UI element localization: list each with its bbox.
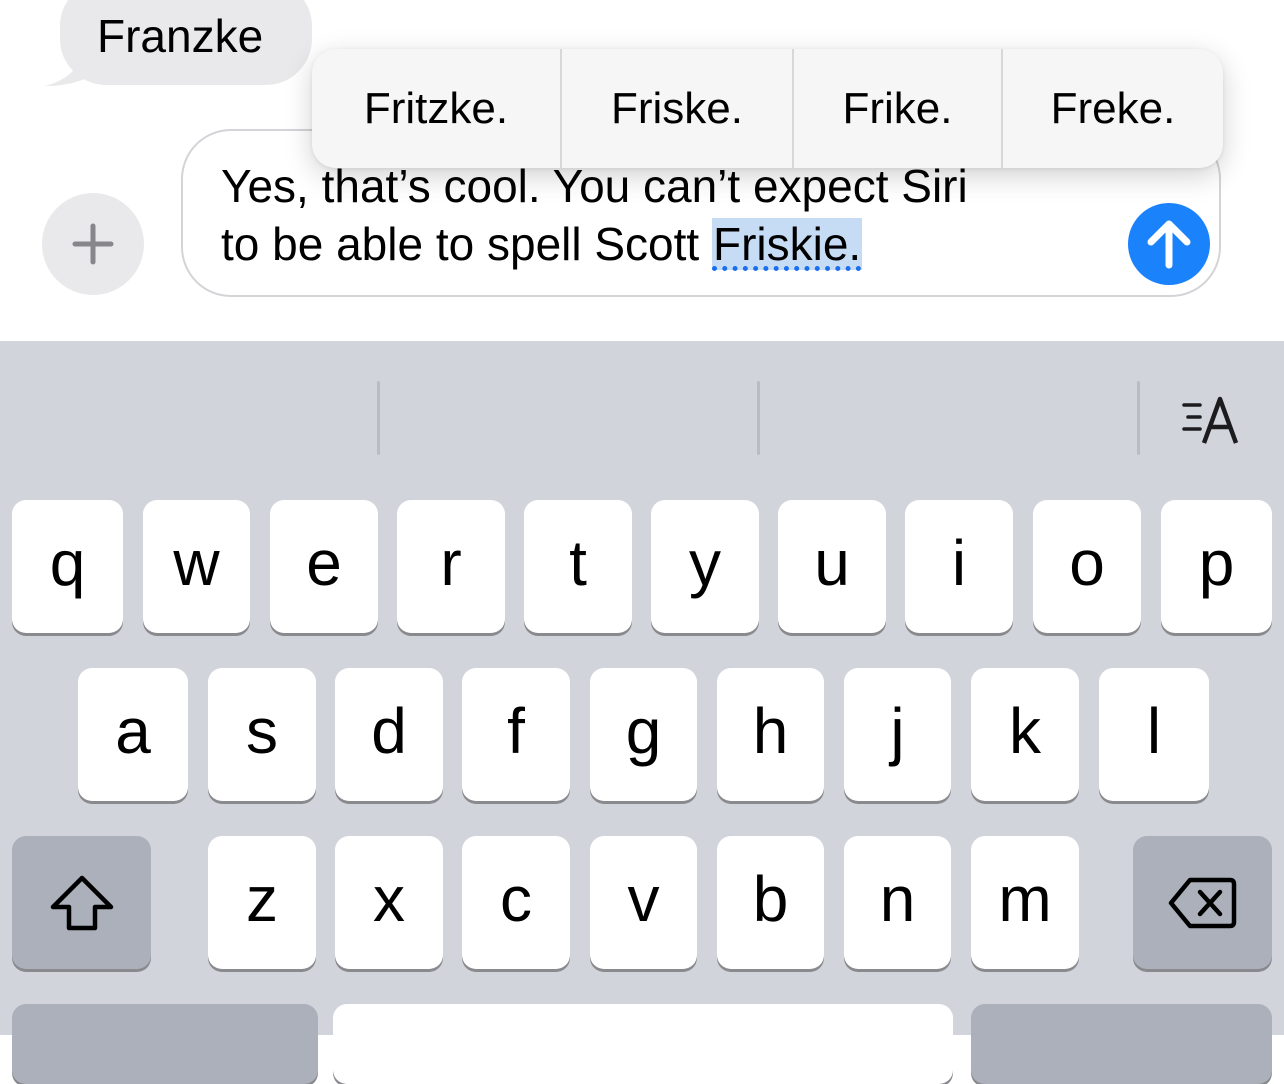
key-x[interactable]: x [335,836,443,969]
add-attachment-button[interactable] [42,193,144,295]
key-label: r [440,526,462,599]
key-n[interactable]: n [844,836,951,969]
key-v[interactable]: v [590,836,697,969]
key-m[interactable]: m [971,836,1079,969]
key-label: v [627,862,660,935]
space-key[interactable] [333,1004,953,1084]
key-label: p [1198,526,1235,599]
key-r[interactable]: r [397,500,505,633]
key-label: t [569,526,587,599]
key-p[interactable]: p [1161,500,1272,633]
key-d[interactable]: d [335,668,443,801]
key-label: k [1009,694,1041,767]
key-l[interactable]: l [1099,668,1209,801]
keyboard: q w e r t y u i o p a s d f g h j k l z … [0,341,1284,1084]
key-label: n [879,862,916,935]
shift-key[interactable] [12,836,151,969]
suggestion-item[interactable]: Frike. [792,49,1001,168]
key-q[interactable]: q [12,500,123,633]
return-key[interactable] [971,1004,1272,1084]
key-label: a [115,694,151,767]
message-input-text[interactable]: Yes, that’s cool. You can’t expect Siri … [221,157,1101,273]
key-a[interactable]: a [78,668,188,801]
send-button[interactable] [1128,203,1210,285]
suggestion-item[interactable]: Fritzke. [312,49,560,168]
key-b[interactable]: b [717,836,824,969]
key-e[interactable]: e [270,500,378,633]
key-k[interactable]: k [971,668,1079,801]
incoming-message-text: Franzke [97,10,264,62]
predictive-divider [1137,381,1140,455]
key-label: m [998,862,1052,935]
key-f[interactable]: f [462,668,570,801]
key-label: e [306,526,342,599]
key-i[interactable]: i [905,500,1013,633]
spelling-suggestions-popup: Fritzke. Friske. Frike. Freke. [312,49,1223,168]
key-j[interactable]: j [844,668,951,801]
key-t[interactable]: t [524,500,632,633]
key-label: i [951,526,967,599]
key-label: l [1146,694,1162,767]
key-h[interactable]: h [717,668,824,801]
backspace-icon [1168,877,1236,928]
key-label: y [689,526,721,599]
messages-area: Franzke Yes, that’s cool. You can’t expe… [0,0,1284,340]
text-format-icon[interactable] [1180,393,1242,449]
key-label: x [373,862,405,935]
key-label: q [49,526,86,599]
key-y[interactable]: y [651,500,759,633]
key-s[interactable]: s [208,668,316,801]
key-label: b [752,862,789,935]
arrow-up-icon [1147,220,1191,269]
key-c[interactable]: c [462,836,570,969]
key-label: z [246,862,278,935]
key-u[interactable]: u [778,500,886,633]
key-label: g [625,694,662,767]
key-label: d [371,694,407,767]
shift-icon [50,875,113,930]
suggestion-item[interactable]: Friske. [560,49,792,168]
message-line-2: to be able to spell Scott Friskie. [221,215,1101,273]
predictive-divider [757,381,760,455]
predictive-divider [377,381,380,455]
key-label: s [246,694,278,767]
plus-icon [72,223,114,265]
key-o[interactable]: o [1033,500,1141,633]
suggestion-item[interactable]: Freke. [1001,49,1223,168]
key-label: w [173,526,220,599]
key-label: h [752,694,789,767]
numbers-key[interactable] [12,1004,318,1084]
delete-key[interactable] [1133,836,1272,969]
key-label: u [814,526,850,599]
key-g[interactable]: g [590,668,697,801]
misspelled-word[interactable]: Friskie. [711,218,863,270]
key-label: o [1069,526,1105,599]
message-line-2-text: to be able to spell Scott [221,218,712,270]
key-z[interactable]: z [208,836,316,969]
key-label: j [890,694,905,767]
key-label: f [507,694,525,767]
key-label: c [500,862,532,935]
key-w[interactable]: w [143,500,250,633]
